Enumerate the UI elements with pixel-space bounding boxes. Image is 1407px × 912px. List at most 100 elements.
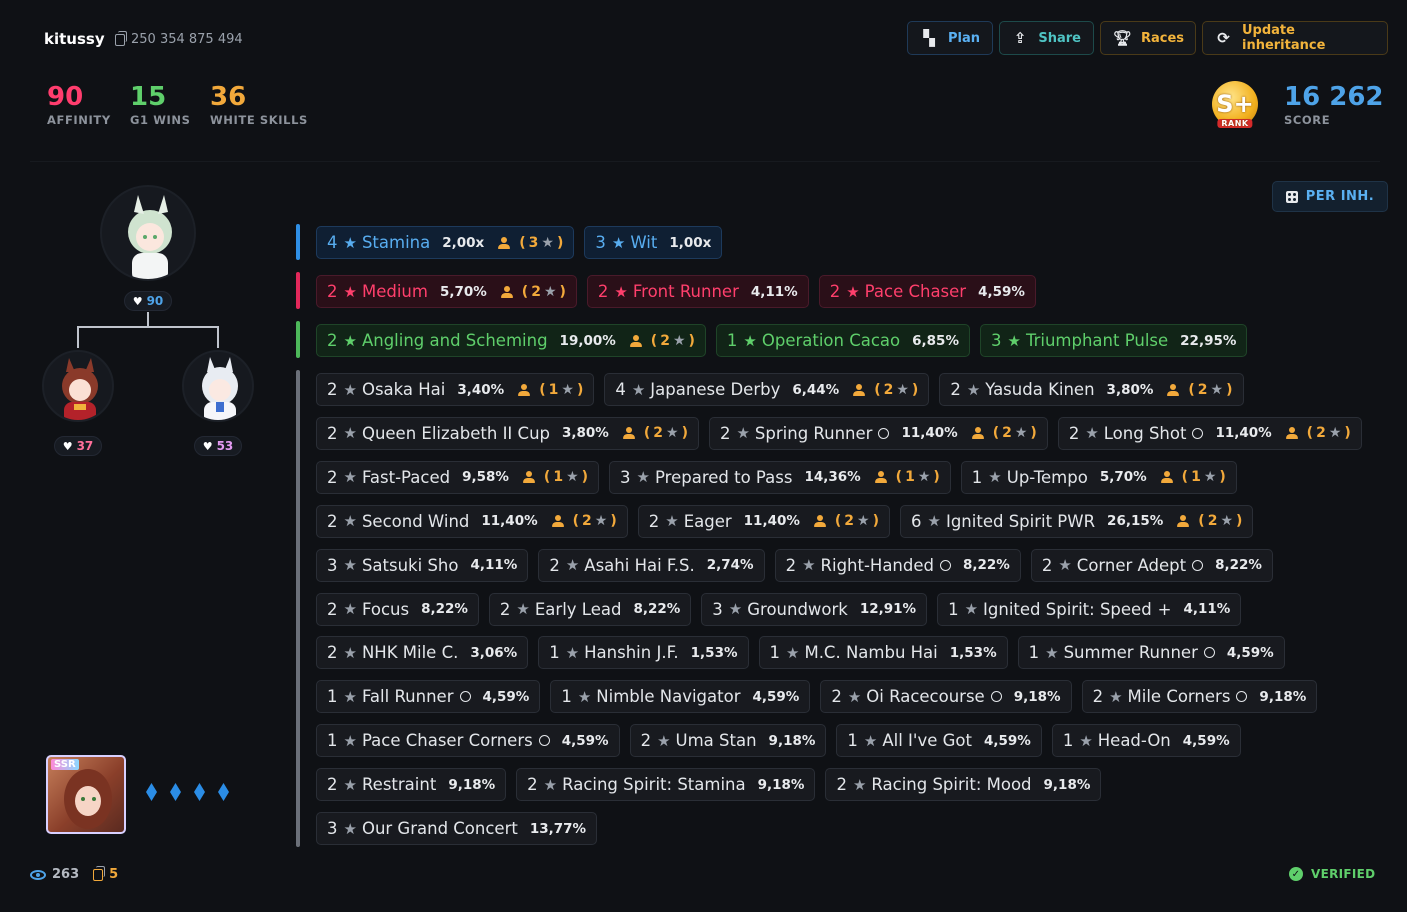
white-spark-chip[interactable]: 1 ★ Head-On 4,59% (1051, 724, 1241, 758)
white-spark-chip[interactable]: 2 ★ Early Lead 8,22% (488, 592, 692, 626)
parent-spark: (2 ★) (551, 513, 617, 529)
spark-name: Ignited Spirit: Speed (983, 599, 1152, 619)
trainer-id[interactable]: 250 354 875 494 (115, 30, 243, 47)
person-icon (971, 427, 984, 440)
tree-connector (77, 326, 79, 348)
white-spark-chip[interactable]: 2 ★ Osaka Hai 3,40%(1 ★) (316, 373, 595, 406)
white-spark-chip[interactable]: 2 ★ Racing Spirit: Stamina 9,18% (516, 768, 816, 802)
support-card[interactable]: SSR (46, 755, 126, 834)
star-icon: ★ (1014, 425, 1028, 442)
star-icon: ★ (1007, 331, 1021, 350)
spark-chance: 11,40% (901, 425, 958, 442)
update-inheritance-button[interactable]: ⟳ Update inheritance (1202, 21, 1388, 55)
tree-connector (147, 312, 149, 327)
spark-name: Fast-Paced (361, 467, 451, 487)
star-icon: ★ (343, 233, 357, 252)
white-spark-chip[interactable]: 1 ★ Pace Chaser Corners 4,59% (316, 724, 620, 758)
limit-break-diamond-icon (194, 783, 205, 801)
white-spark-chip[interactable]: 2 ★ Focus 8,22% (316, 592, 479, 626)
spark-chance: 4,59% (983, 732, 1031, 749)
star-icon: ★ (343, 731, 357, 750)
parent-left-avatar[interactable] (42, 350, 114, 422)
white-spark-chip[interactable]: 2 ★ Yasuda Kinen 3,80%(2 ★) (939, 373, 1244, 406)
main-uma-avatar[interactable] (100, 185, 196, 281)
star-icon: ★ (543, 775, 558, 794)
spark-level: 2 (499, 599, 511, 619)
white-spark-chip[interactable]: 1 ★ All I've Got 4,59% (836, 724, 1042, 758)
white-spark-chip[interactable]: 3 ★ Groundwork 12,91% (701, 592, 928, 626)
star-icon: ★ (1328, 425, 1342, 442)
green-spark-chip[interactable]: 1 ★ Operation Cacao 6,85% (715, 324, 970, 357)
paren-open: ( (1181, 469, 1189, 486)
races-button[interactable]: 🏆︎ Races (1100, 21, 1196, 55)
pink-spark-chip[interactable]: 2 ★ Front Runner 4,11% (586, 275, 809, 308)
white-spark-chip[interactable]: 2 ★ Right-Handed 8,22% (774, 548, 1021, 582)
heart-icon: ♥ (202, 439, 213, 453)
star-icon: ★ (343, 556, 357, 575)
share-button[interactable]: ⇪ Share (999, 21, 1094, 55)
paren-open: ( (1306, 425, 1314, 442)
pink-spark-chip[interactable]: 2 ★ Medium 5,70%(2 ★) (316, 275, 577, 308)
white-spark-chip[interactable]: 1 ★ M.C. Nambu Hai 1,53% (758, 636, 1008, 670)
white-spark-chip[interactable]: 3 ★ Prepared to Pass 14,36%(1 ★) (609, 460, 951, 494)
parent-right-avatar[interactable] (182, 350, 254, 422)
white-spark-chip[interactable]: 2 ★ Spring Runner 11,40%(2 ★) (708, 416, 1048, 450)
parent-spark-level: 2 (660, 332, 670, 349)
refresh-icon: ⟳ (1217, 29, 1230, 47)
spark-chance: 5,70% (439, 283, 487, 300)
per-inheritance-toggle[interactable]: PER INH. (1272, 181, 1388, 212)
spark-level: 1 (1062, 731, 1074, 751)
spark-chance: 2,74% (706, 557, 754, 574)
spark-chance: 2,00x (442, 234, 485, 251)
parent-spark: (2 ★) (1177, 513, 1242, 529)
parent-spark: (2 ★) (1167, 382, 1233, 398)
spark-name: All I've Got (882, 731, 972, 751)
plan-button[interactable]: ▚ Plan (907, 21, 993, 55)
white-spark-chip[interactable]: 2 ★ Corner Adept 8,22% (1030, 548, 1273, 582)
blue-spark-chip[interactable]: 4 ★ Stamina 2,00x(3 ★) (316, 226, 575, 259)
white-spark-chip[interactable]: 3 ★ Our Grand Concert 13,77% (316, 812, 598, 845)
limit-break-diamond-icon (170, 783, 181, 801)
paren-open: ( (650, 332, 658, 349)
paren-open: ( (834, 513, 842, 530)
white-spark-chip[interactable]: 2 ★ Long Shot 11,40%(2 ★) (1057, 416, 1362, 450)
white-spark-chip[interactable]: 2 ★ Restraint 9,18% (316, 768, 507, 802)
white-spark-chip[interactable]: 1 ★ Hanshin J.F. 1,53% (538, 636, 749, 670)
spark-level: 2 (527, 775, 538, 795)
spark-level: 2 (327, 643, 338, 663)
white-spark-chip[interactable]: 3 ★ Satsuki Sho 4,11% (316, 548, 529, 582)
score-value: 16 262 (1284, 82, 1384, 112)
white-spark-chip[interactable]: 2 ★ Oi Racecourse 9,18% (820, 680, 1072, 714)
white-spark-chip[interactable]: 1 ★ Nimble Navigator 4,59% (550, 680, 811, 714)
white-spark-chip[interactable]: 2 ★ Eager 11,40%(2 ★) (637, 504, 891, 538)
white-spark-chip[interactable]: 6 ★ Ignited Spirit PWR 26,15%(2 ★) (900, 504, 1254, 538)
green-spark-chip[interactable]: 2 ★ Angling and Scheming 19,00%(2 ★) (316, 324, 706, 357)
pink-spark-chip[interactable]: 2 ★ Pace Chaser 4,59% (818, 275, 1036, 308)
footer-stats: 263 5 (30, 865, 118, 882)
views-count: 263 (52, 867, 80, 882)
white-spark-chip[interactable]: 2 ★ NHK Mile C. 3,06% (316, 636, 529, 670)
white-spark-chip[interactable]: 2 ★ Fast-Paced 9,58%(1 ★) (316, 460, 600, 494)
blue-spark-chip[interactable]: 3 ★ Wit 1,00x (584, 226, 723, 259)
white-spark-chip[interactable]: 2 ★ Second Wind 11,40%(2 ★) (316, 504, 628, 538)
paren-open: ( (643, 425, 651, 442)
white-spark-chip[interactable]: 2 ★ Racing Spirit: Mood 9,18% (825, 768, 1102, 802)
star-icon: ★ (857, 513, 870, 530)
copy-icon[interactable] (115, 30, 127, 46)
white-spark-chip[interactable]: 1 ★ Up-Tempo 5,70%(1 ★) (960, 460, 1237, 494)
white-spark-chip[interactable]: 1 ★ Ignited Spirit: Speed +4,11% (937, 592, 1242, 626)
white-spark-chip[interactable]: 1 ★ Summer Runner 4,59% (1017, 636, 1285, 670)
star-icon: ★ (863, 731, 878, 750)
paren-close: ) (1219, 469, 1226, 486)
green-spark-chip[interactable]: 3 ★ Triumphant Pulse 22,95% (979, 324, 1248, 357)
white-spark-chip[interactable]: 2 ★ Mile Corners 9,18% (1081, 680, 1318, 714)
white-spark-chip[interactable]: 2 ★ Asahi Hai F.S. 2,74% (538, 548, 765, 582)
spark-level: 2 (719, 423, 731, 443)
white-spark-chip[interactable]: 4 ★ Japanese Derby 6,44%(2 ★) (604, 373, 930, 406)
parent-spark-level: 3 (528, 234, 539, 251)
white-spark-chip[interactable]: 2 ★ Uma Stan 9,18% (629, 724, 827, 758)
spark-chance: 11,40% (481, 513, 538, 530)
spark-chance: 3,06% (470, 644, 518, 661)
white-spark-chip[interactable]: 2 ★ Queen Elizabeth II Cup 3,80%(2 ★) (316, 416, 699, 450)
white-spark-chip[interactable]: 1 ★ Fall Runner 4,59% (316, 680, 541, 714)
